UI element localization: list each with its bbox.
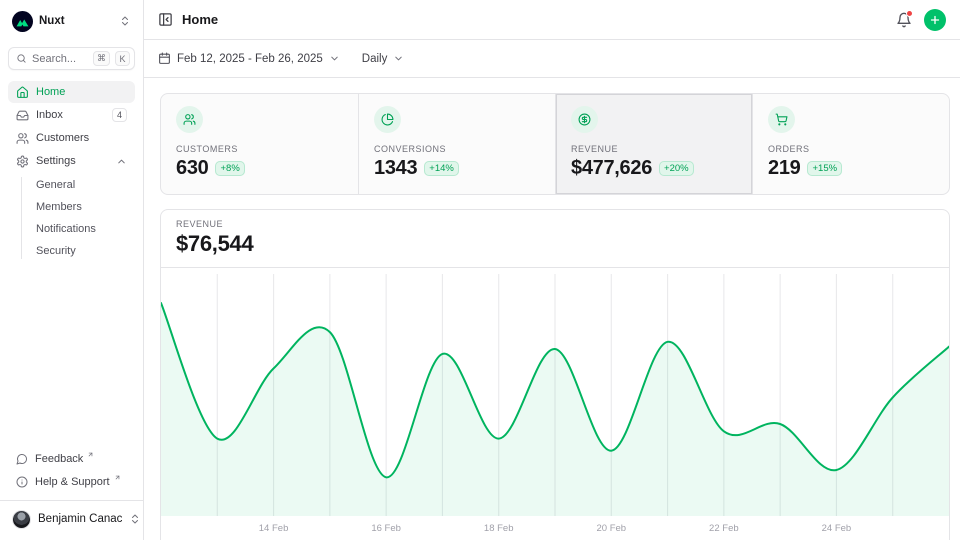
main-area: Home Feb 12, 2025 - Feb 26, 2025 Daily (144, 0, 960, 540)
search-input[interactable]: Search... ⌘ K (8, 47, 135, 70)
stat-value: 630 (176, 157, 208, 180)
sidebar-footer: Feedback Help & Support (8, 448, 135, 496)
page-content: CUSTOMERS 630 +8% CONVERSIONS 1343 +14% REVENU… (144, 78, 960, 540)
chevron-up-icon (116, 156, 127, 167)
user-name: Benjamin Canac (38, 513, 122, 525)
users-icon (176, 106, 203, 133)
home-icon (16, 86, 29, 99)
sidebar-item-label: Inbox (36, 109, 63, 121)
page-title: Home (182, 12, 218, 27)
x-axis-tick-label: 24 Feb (822, 523, 852, 534)
chart-header: REVENUE $76,544 (161, 210, 949, 268)
stat-label: CONVERSIONS (374, 144, 540, 154)
search-icon (16, 53, 27, 64)
chart-x-axis: 14 Feb 16 Feb 18 Feb 20 Feb 22 Feb 24 Feb (161, 516, 949, 540)
granularity-label: Daily (362, 53, 388, 65)
sidebar-link-label: Feedback (35, 453, 83, 465)
sidebar-item-label: Home (36, 86, 65, 98)
sidebar-item-label: Settings (36, 155, 76, 167)
notification-dot (906, 10, 913, 17)
sidebar-subitem-members[interactable]: Members (36, 196, 135, 218)
x-axis-tick-label: 22 Feb (709, 523, 739, 534)
stat-delta-badge: +14% (424, 161, 459, 176)
chart-plot-wrap: 14 Feb 16 Feb 18 Feb 20 Feb 22 Feb 24 Feb (161, 268, 949, 540)
revenue-area-chart (161, 274, 949, 516)
calendar-icon (158, 52, 171, 65)
pie-chart-icon (374, 106, 401, 133)
search-placeholder: Search... (32, 53, 88, 65)
stat-card-orders[interactable]: ORDERS 219 +15% (752, 94, 949, 194)
inbox-count-badge: 4 (112, 108, 127, 122)
sidebar-subitem-security[interactable]: Security (36, 240, 135, 262)
x-axis-tick-label: 16 Feb (371, 523, 401, 534)
stat-label: ORDERS (768, 144, 934, 154)
date-range-picker[interactable]: Feb 12, 2025 - Feb 26, 2025 (158, 52, 340, 65)
sidebar-link-label: Help & Support (35, 476, 110, 488)
sidebar-item-customers[interactable]: Customers (8, 127, 135, 149)
stat-label: CUSTOMERS (176, 144, 343, 154)
stat-delta-badge: +20% (659, 161, 694, 176)
chart-metric-label: REVENUE (176, 219, 934, 229)
sidebar: Nuxt Search... ⌘ K Home Inbox 4 Customers Se… (0, 0, 144, 540)
panel-left-close-icon[interactable] (158, 12, 173, 27)
date-range-label: Feb 12, 2025 - Feb 26, 2025 (177, 53, 323, 65)
nuxt-logo-icon (12, 11, 33, 32)
sidebar-item-label: Customers (36, 132, 89, 144)
chevron-down-icon (329, 53, 340, 64)
inbox-icon (16, 109, 29, 122)
arrow-up-right-icon (87, 451, 94, 458)
stat-value: $477,626 (571, 157, 652, 180)
chevron-down-icon (393, 53, 404, 64)
stat-delta-badge: +8% (215, 161, 244, 176)
sidebar-link-help-support[interactable]: Help & Support (8, 471, 135, 493)
sidebar-item-settings[interactable]: Settings (8, 150, 135, 172)
filters-toolbar: Feb 12, 2025 - Feb 26, 2025 Daily (144, 40, 960, 78)
stat-value: 1343 (374, 157, 417, 180)
settings-submenu: GeneralMembersNotificationsSecurity (8, 174, 135, 262)
chart-metric-value: $76,544 (176, 231, 934, 257)
notifications-button[interactable] (896, 12, 912, 28)
user-menu[interactable]: Benjamin Canac (8, 506, 135, 532)
x-axis-tick-label: 18 Feb (484, 523, 514, 534)
cart-icon (768, 106, 795, 133)
x-axis-tick-label: 20 Feb (596, 523, 626, 534)
granularity-select[interactable]: Daily (362, 53, 405, 65)
kbd-cmd: ⌘ (93, 51, 110, 66)
users-icon (16, 132, 29, 145)
stat-card-customers[interactable]: CUSTOMERS 630 +8% (161, 94, 358, 194)
arrow-up-right-icon (114, 474, 121, 481)
sidebar-link-feedback[interactable]: Feedback (8, 448, 135, 470)
chevrons-up-down-icon (119, 15, 131, 27)
stat-label: REVENUE (571, 144, 737, 154)
gear-icon (16, 155, 29, 168)
header-actions (896, 9, 946, 31)
x-axis-tick-label: 14 Feb (259, 523, 289, 534)
kbd-k: K (115, 51, 130, 66)
sidebar-item-inbox[interactable]: Inbox 4 (8, 104, 135, 126)
sidebar-item-home[interactable]: Home (8, 81, 135, 103)
stat-delta-badge: +15% (807, 161, 842, 176)
user-avatar (12, 510, 31, 529)
stat-card-conversions[interactable]: CONVERSIONS 1343 +14% (358, 94, 555, 194)
sidebar-nav: Home Inbox 4 Customers Settings GeneralMember… (8, 81, 135, 264)
brand-name: Nuxt (39, 15, 65, 27)
stat-value: 219 (768, 157, 800, 180)
revenue-chart-card: REVENUE $76,544 14 Feb 16 Feb 18 Feb 20 Feb… (160, 209, 950, 540)
top-header: Home (144, 0, 960, 40)
user-section: Benjamin Canac (0, 500, 143, 532)
stats-grid: CUSTOMERS 630 +8% CONVERSIONS 1343 +14% REVENU… (160, 93, 950, 195)
chart-svg (161, 274, 949, 516)
app-window: Nuxt Search... ⌘ K Home Inbox 4 Customers Se… (0, 0, 960, 540)
add-button[interactable] (924, 9, 946, 31)
sidebar-subitem-general[interactable]: General (36, 174, 135, 196)
chevrons-up-down-icon (129, 513, 141, 525)
stat-card-revenue[interactable]: REVENUE $477,626 +20% (555, 94, 752, 194)
dollar-sign-icon (571, 106, 598, 133)
plus-icon (929, 14, 941, 26)
message-circle-icon (16, 453, 28, 465)
info-icon (16, 476, 28, 488)
sidebar-subitem-notifications[interactable]: Notifications (36, 218, 135, 240)
team-selector[interactable]: Nuxt (8, 8, 135, 34)
